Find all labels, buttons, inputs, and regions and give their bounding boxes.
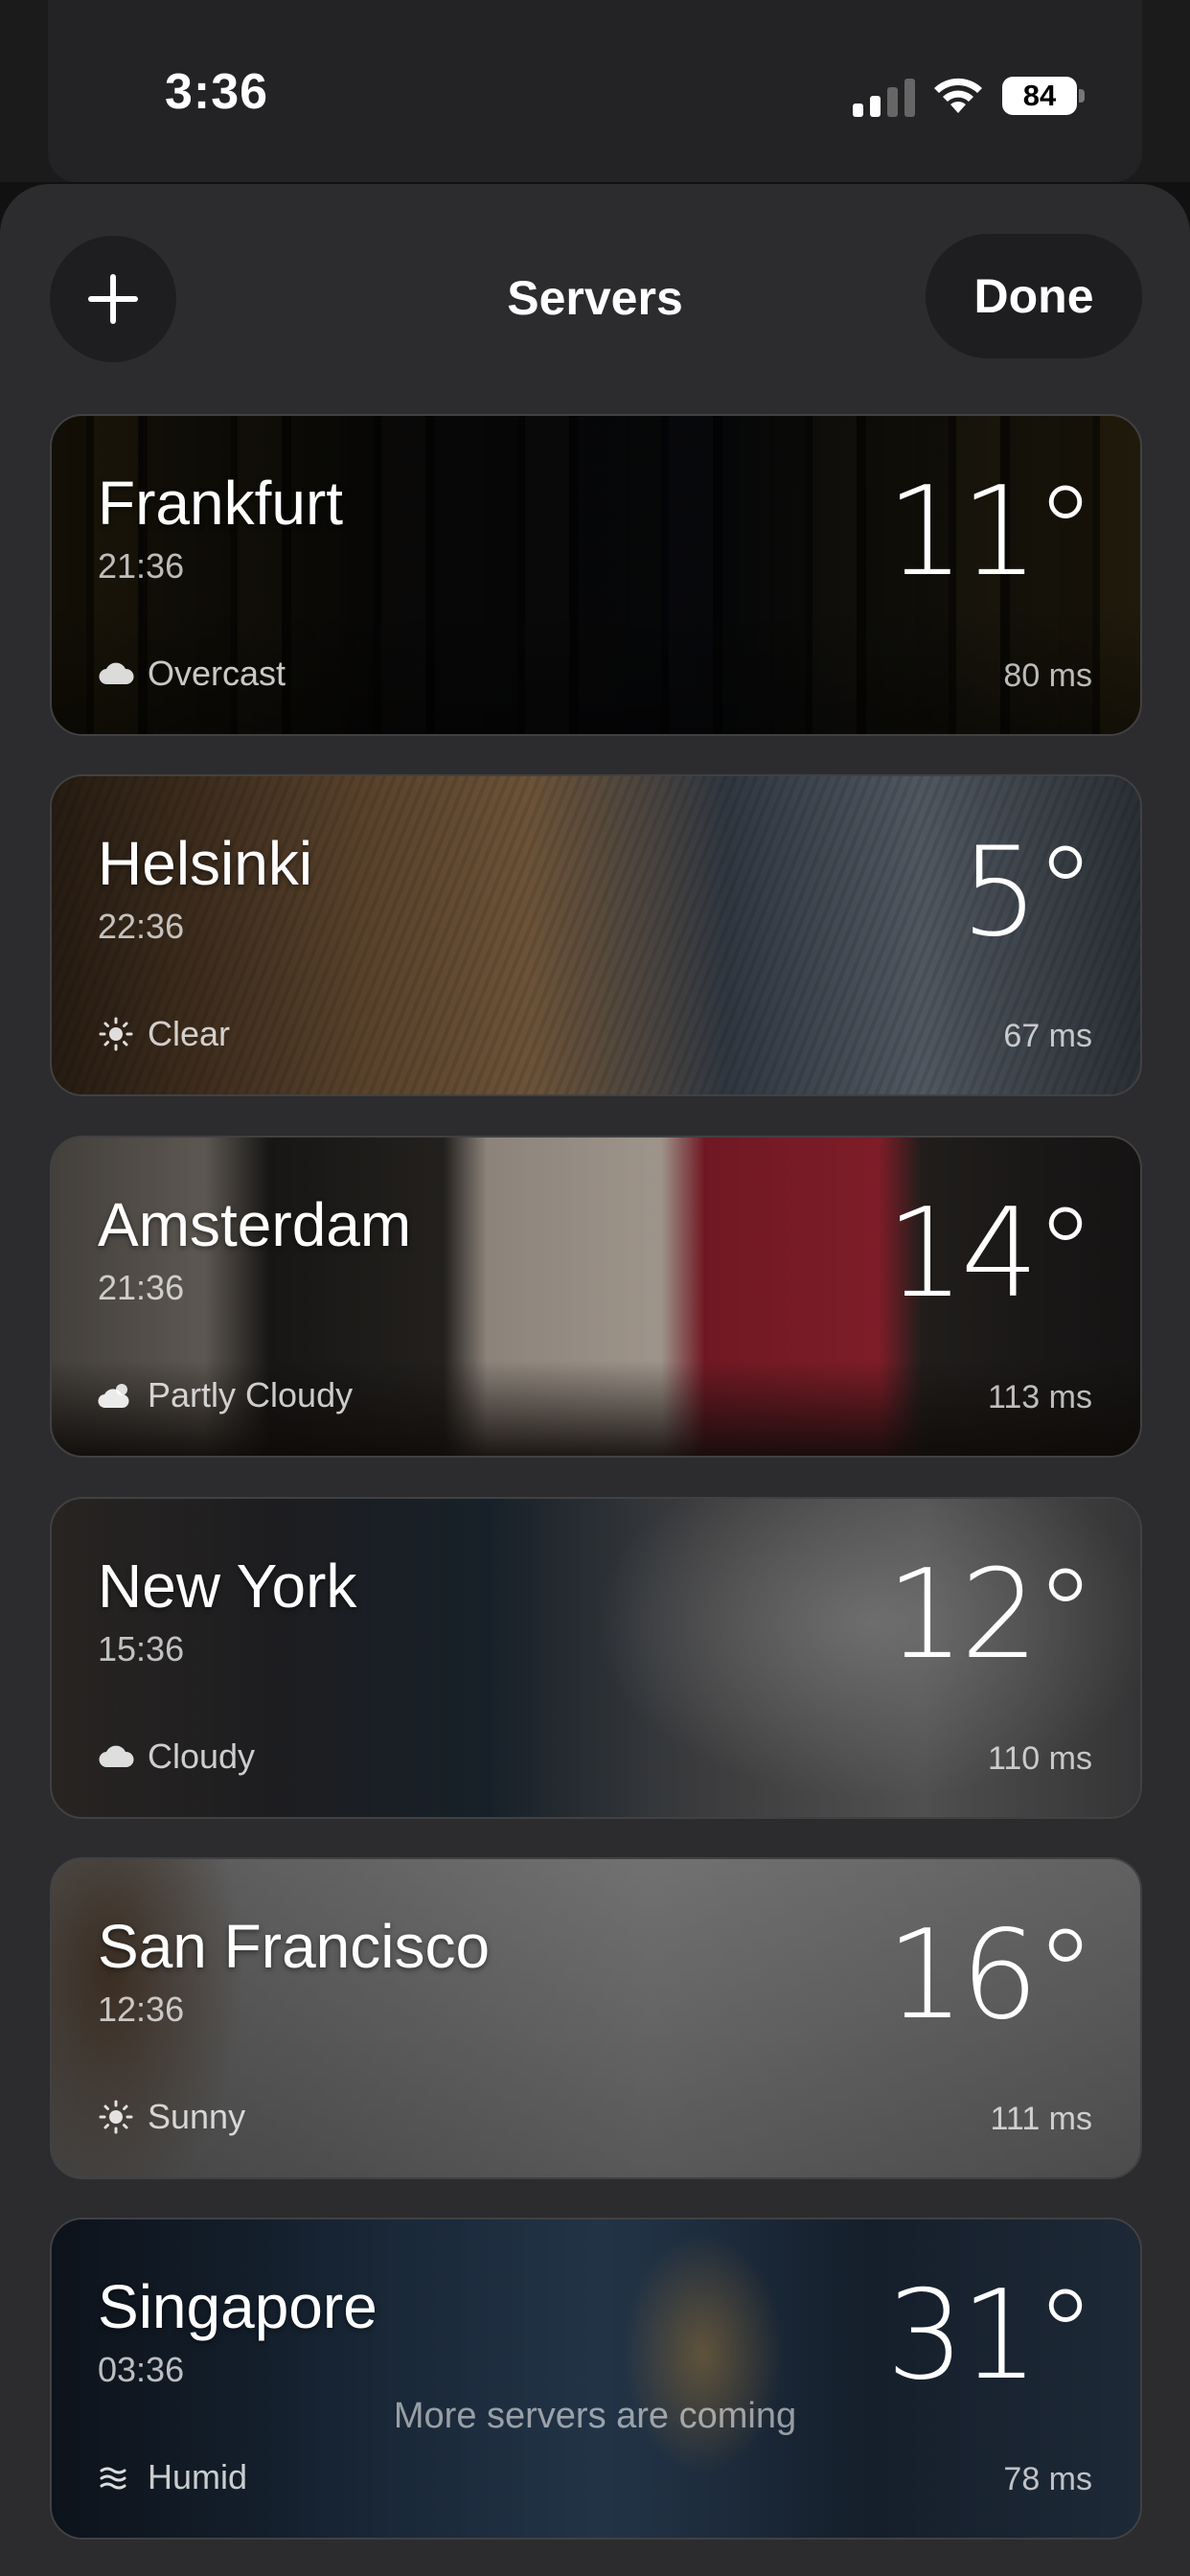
- local-time: 21:36: [98, 546, 185, 586]
- wifi-icon: [934, 78, 982, 113]
- city-name: New York: [98, 1552, 357, 1621]
- condition-label: Sunny: [148, 2097, 246, 2136]
- ping-latency: 111 ms: [990, 2101, 1092, 2137]
- battery-indicator: 84: [1002, 77, 1085, 115]
- server-card-singapore[interactable]: Singapore 03:36 Humid 31° 78 ms: [50, 2218, 1142, 2540]
- screen: 3:36 84 Servers Done Frankfurt 21:36 Ove…: [0, 0, 1190, 2576]
- city-name: Frankfurt: [98, 469, 344, 538]
- local-time: 22:36: [98, 907, 185, 946]
- local-time: 15:36: [98, 1629, 185, 1668]
- done-button[interactable]: Done: [926, 234, 1142, 358]
- condition-label: Partly Cloudy: [148, 1375, 354, 1414]
- local-time: 12:36: [98, 1990, 185, 2029]
- ping-latency: 80 ms: [1003, 657, 1092, 694]
- city-name: Singapore: [98, 2272, 378, 2341]
- condition-label: Clear: [148, 1014, 231, 1053]
- local-time: 21:36: [98, 1268, 185, 1307]
- server-card-san-francisco[interactable]: San Francisco 12:36 Sunny 16° 111 ms: [50, 1857, 1142, 2179]
- temperature: 5°: [960, 821, 1096, 964]
- weather-condition: Cloudy: [98, 1736, 255, 1777]
- footer-note: More servers are coming: [393, 2396, 797, 2436]
- status-time: 3:36: [165, 64, 269, 120]
- sun-icon: [99, 1017, 133, 1051]
- status-bar: 3:36 84: [0, 0, 1190, 182]
- cellular-signal-icon: [853, 79, 915, 117]
- city-name: Helsinki: [98, 829, 313, 898]
- weather-condition: Partly Cloudy: [98, 1375, 353, 1415]
- server-card-amsterdam[interactable]: Amsterdam 21:36 Partly Cloudy 14° 113 ms: [50, 1136, 1142, 1458]
- city-name: Amsterdam: [98, 1190, 412, 1259]
- temperature: 11°: [886, 461, 1096, 604]
- server-card-new-york[interactable]: New York 15:36 Cloudy 12° 110 ms: [50, 1497, 1142, 1819]
- city-name: San Francisco: [98, 1912, 491, 1981]
- local-time: 03:36: [98, 2350, 185, 2389]
- weather-condition: Overcast: [98, 654, 286, 694]
- weather-condition: Sunny: [98, 2097, 245, 2137]
- temperature: 12°: [886, 1544, 1096, 1687]
- weather-condition: Humid: [98, 2457, 247, 2497]
- temperature: 31°: [886, 2265, 1096, 2407]
- ping-latency: 67 ms: [1003, 1018, 1092, 1054]
- battery-level: 84: [1002, 77, 1077, 115]
- server-card-frankfurt[interactable]: Frankfurt 21:36 Overcast 11° 80 ms: [50, 414, 1142, 736]
- weather-condition: Clear: [98, 1014, 230, 1054]
- temperature: 14°: [886, 1183, 1096, 1325]
- ping-latency: 113 ms: [988, 1379, 1092, 1415]
- sun-icon: [99, 2100, 133, 2134]
- server-card-helsinki[interactable]: Helsinki 22:36 Clear 5° 67 ms: [50, 774, 1142, 1096]
- ping-latency: 110 ms: [988, 1740, 1092, 1777]
- humid-icon: [100, 2467, 126, 2490]
- condition-label: Overcast: [148, 654, 286, 693]
- temperature: 16°: [886, 1904, 1096, 2047]
- cloud-sun-icon: [98, 1384, 129, 1409]
- battery-tip: [1079, 89, 1085, 103]
- ping-latency: 78 ms: [1003, 2461, 1092, 2497]
- condition-label: Humid: [148, 2457, 248, 2496]
- cloud-icon: [99, 662, 134, 685]
- condition-label: Cloudy: [148, 1736, 256, 1776]
- cloud-icon: [99, 1745, 134, 1768]
